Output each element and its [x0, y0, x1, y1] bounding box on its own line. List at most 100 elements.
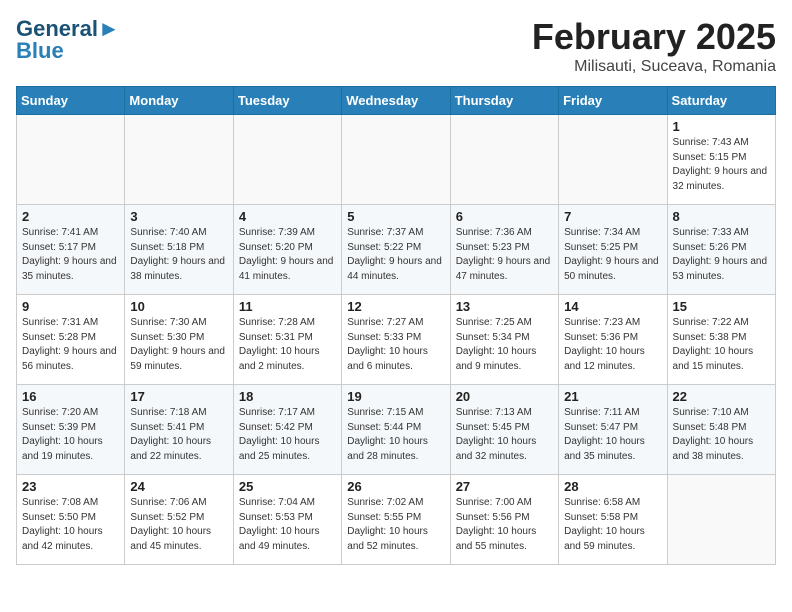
day-number: 17	[130, 389, 227, 404]
week-row-2: 2 Sunrise: 7:41 AM Sunset: 5:17 PM Daylig…	[17, 205, 776, 295]
day-info: Sunrise: 7:15 AM Sunset: 5:44 PM Dayligh…	[347, 406, 444, 464]
day-cell: 16 Sunrise: 7:20 AM Sunset: 5:39 PM Dayli…	[17, 385, 125, 475]
day-number: 9	[22, 299, 119, 314]
day-cell: 22 Sunrise: 7:10 AM Sunset: 5:48 PM Dayli…	[667, 385, 775, 475]
day-number: 6	[456, 209, 553, 224]
day-info: Sunrise: 7:33 AM Sunset: 5:26 PM Dayligh…	[673, 226, 770, 284]
day-info: Sunrise: 7:43 AM Sunset: 5:15 PM Dayligh…	[673, 136, 770, 194]
day-cell: 15 Sunrise: 7:22 AM Sunset: 5:38 PM Dayli…	[667, 295, 775, 385]
day-cell: 1 Sunrise: 7:43 AM Sunset: 5:15 PM Daylig…	[667, 115, 775, 205]
day-cell: 20 Sunrise: 7:13 AM Sunset: 5:45 PM Dayli…	[450, 385, 558, 475]
calendar-table: SundayMondayTuesdayWednesdayThursdayFrid…	[16, 86, 776, 565]
day-cell: 21 Sunrise: 7:11 AM Sunset: 5:47 PM Dayli…	[559, 385, 667, 475]
day-info: Sunrise: 7:08 AM Sunset: 5:50 PM Dayligh…	[22, 496, 119, 554]
calendar-title: February 2025	[532, 16, 776, 58]
day-info: Sunrise: 7:06 AM Sunset: 5:52 PM Dayligh…	[130, 496, 227, 554]
page-header: General► Blue February 2025 Milisauti, S…	[16, 16, 776, 76]
day-number: 10	[130, 299, 227, 314]
day-cell	[17, 115, 125, 205]
day-cell: 28Sunrise: 6:58 AM Sunset: 5:58 PM Dayli…	[559, 475, 667, 565]
day-number: 2	[22, 209, 119, 224]
day-number: 15	[673, 299, 770, 314]
calendar-subtitle: Milisauti, Suceava, Romania	[532, 58, 776, 76]
day-info: Sunrise: 7:27 AM Sunset: 5:33 PM Dayligh…	[347, 316, 444, 374]
title-block: February 2025 Milisauti, Suceava, Romani…	[532, 16, 776, 76]
day-cell: 24 Sunrise: 7:06 AM Sunset: 5:52 PM Dayli…	[125, 475, 233, 565]
weekday-header-friday: Friday	[559, 87, 667, 115]
day-info: Sunrise: 7:39 AM Sunset: 5:20 PM Dayligh…	[239, 226, 336, 284]
weekday-header-thursday: Thursday	[450, 87, 558, 115]
day-number: 12	[347, 299, 444, 314]
week-row-5: 23 Sunrise: 7:08 AM Sunset: 5:50 PM Dayli…	[17, 475, 776, 565]
day-cell: 14 Sunrise: 7:23 AM Sunset: 5:36 PM Dayli…	[559, 295, 667, 385]
day-info: Sunrise: 7:10 AM Sunset: 5:48 PM Dayligh…	[673, 406, 770, 464]
day-info: Sunrise: 7:23 AM Sunset: 5:36 PM Dayligh…	[564, 316, 661, 374]
day-cell: 19 Sunrise: 7:15 AM Sunset: 5:44 PM Dayli…	[342, 385, 450, 475]
day-info: Sunrise: 7:00 AM Sunset: 5:56 PM Dayligh…	[456, 496, 553, 554]
weekday-header-sunday: Sunday	[17, 87, 125, 115]
day-cell	[450, 115, 558, 205]
day-info: Sunrise: 7:13 AM Sunset: 5:45 PM Dayligh…	[456, 406, 553, 464]
day-number: 13	[456, 299, 553, 314]
day-number: 3	[130, 209, 227, 224]
day-cell: 23 Sunrise: 7:08 AM Sunset: 5:50 PM Dayli…	[17, 475, 125, 565]
day-info: Sunrise: 7:41 AM Sunset: 5:17 PM Dayligh…	[22, 226, 119, 284]
day-info: Sunrise: 7:28 AM Sunset: 5:31 PM Dayligh…	[239, 316, 336, 374]
day-cell: 10 Sunrise: 7:30 AM Sunset: 5:30 PM Dayli…	[125, 295, 233, 385]
day-cell: 8 Sunrise: 7:33 AM Sunset: 5:26 PM Daylig…	[667, 205, 775, 295]
day-cell: 7Sunrise: 7:34 AM Sunset: 5:25 PM Daylig…	[559, 205, 667, 295]
day-number: 16	[22, 389, 119, 404]
day-number: 26	[347, 479, 444, 494]
day-number: 19	[347, 389, 444, 404]
day-cell: 12 Sunrise: 7:27 AM Sunset: 5:33 PM Dayli…	[342, 295, 450, 385]
week-row-4: 16 Sunrise: 7:20 AM Sunset: 5:39 PM Dayli…	[17, 385, 776, 475]
day-info: Sunrise: 7:04 AM Sunset: 5:53 PM Dayligh…	[239, 496, 336, 554]
day-number: 5	[347, 209, 444, 224]
day-cell: 17 Sunrise: 7:18 AM Sunset: 5:41 PM Dayli…	[125, 385, 233, 475]
day-cell	[125, 115, 233, 205]
day-number: 20	[456, 389, 553, 404]
day-cell: 4 Sunrise: 7:39 AM Sunset: 5:20 PM Daylig…	[233, 205, 341, 295]
day-info: Sunrise: 7:37 AM Sunset: 5:22 PM Dayligh…	[347, 226, 444, 284]
day-cell	[342, 115, 450, 205]
day-cell: 25Sunrise: 7:04 AM Sunset: 5:53 PM Dayli…	[233, 475, 341, 565]
day-cell	[559, 115, 667, 205]
day-info: Sunrise: 7:18 AM Sunset: 5:41 PM Dayligh…	[130, 406, 227, 464]
day-number: 4	[239, 209, 336, 224]
day-info: Sunrise: 7:36 AM Sunset: 5:23 PM Dayligh…	[456, 226, 553, 284]
day-cell: 18 Sunrise: 7:17 AM Sunset: 5:42 PM Dayli…	[233, 385, 341, 475]
day-number: 8	[673, 209, 770, 224]
week-row-3: 9Sunrise: 7:31 AM Sunset: 5:28 PM Daylig…	[17, 295, 776, 385]
day-cell: 9Sunrise: 7:31 AM Sunset: 5:28 PM Daylig…	[17, 295, 125, 385]
day-number: 23	[22, 479, 119, 494]
day-cell: 26 Sunrise: 7:02 AM Sunset: 5:55 PM Dayli…	[342, 475, 450, 565]
day-number: 1	[673, 119, 770, 134]
day-number: 21	[564, 389, 661, 404]
day-info: Sunrise: 7:30 AM Sunset: 5:30 PM Dayligh…	[130, 316, 227, 374]
day-number: 14	[564, 299, 661, 314]
weekday-header-row: SundayMondayTuesdayWednesdayThursdayFrid…	[17, 87, 776, 115]
day-cell	[233, 115, 341, 205]
day-cell: 5 Sunrise: 7:37 AM Sunset: 5:22 PM Daylig…	[342, 205, 450, 295]
day-number: 24	[130, 479, 227, 494]
weekday-header-wednesday: Wednesday	[342, 87, 450, 115]
day-info: Sunrise: 7:34 AM Sunset: 5:25 PM Dayligh…	[564, 226, 661, 284]
day-cell: 6 Sunrise: 7:36 AM Sunset: 5:23 PM Daylig…	[450, 205, 558, 295]
day-cell: 2 Sunrise: 7:41 AM Sunset: 5:17 PM Daylig…	[17, 205, 125, 295]
day-info: Sunrise: 7:17 AM Sunset: 5:42 PM Dayligh…	[239, 406, 336, 464]
week-row-1: 1 Sunrise: 7:43 AM Sunset: 5:15 PM Daylig…	[17, 115, 776, 205]
day-info: Sunrise: 7:22 AM Sunset: 5:38 PM Dayligh…	[673, 316, 770, 374]
day-info: Sunrise: 7:20 AM Sunset: 5:39 PM Dayligh…	[22, 406, 119, 464]
weekday-header-monday: Monday	[125, 87, 233, 115]
day-info: Sunrise: 7:02 AM Sunset: 5:55 PM Dayligh…	[347, 496, 444, 554]
day-info: Sunrise: 7:40 AM Sunset: 5:18 PM Dayligh…	[130, 226, 227, 284]
day-cell: 27 Sunrise: 7:00 AM Sunset: 5:56 PM Dayli…	[450, 475, 558, 565]
day-info: Sunrise: 6:58 AM Sunset: 5:58 PM Dayligh…	[564, 496, 661, 554]
day-number: 27	[456, 479, 553, 494]
day-info: Sunrise: 7:25 AM Sunset: 5:34 PM Dayligh…	[456, 316, 553, 374]
weekday-header-tuesday: Tuesday	[233, 87, 341, 115]
day-info: Sunrise: 7:11 AM Sunset: 5:47 PM Dayligh…	[564, 406, 661, 464]
day-number: 18	[239, 389, 336, 404]
day-number: 22	[673, 389, 770, 404]
logo: General► Blue	[16, 16, 120, 64]
